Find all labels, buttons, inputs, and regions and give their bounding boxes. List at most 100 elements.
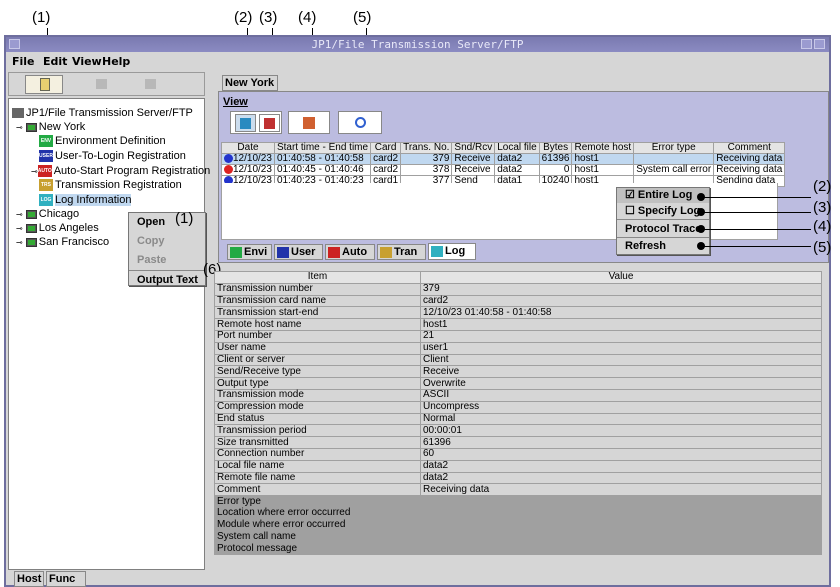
- detail-row[interactable]: System call name: [214, 530, 822, 544]
- col-header[interactable]: Error type: [633, 142, 715, 154]
- col-header[interactable]: Comment: [713, 142, 786, 154]
- detail-row[interactable]: Local file name data2: [214, 459, 822, 473]
- log-table: Date Start time - End time Card Trans. N…: [221, 142, 786, 188]
- col-header[interactable]: Bytes: [538, 142, 573, 154]
- tree-item-auto[interactable]: ⊸AUTO Auto-Start Program Registration: [31, 164, 210, 178]
- detail-row[interactable]: Remote host name host1: [214, 318, 822, 331]
- menu-output-text[interactable]: Output Text: [129, 270, 205, 289]
- tree-item-environment[interactable]: ENV Environment Definition: [39, 134, 166, 148]
- callout-2-top: (2): [234, 9, 253, 26]
- detail-row[interactable]: Location where error occurred: [214, 506, 822, 520]
- collapsed-icon: ⊸: [31, 167, 38, 176]
- left-toolbar: [8, 72, 205, 96]
- user-icon: USER: [39, 150, 53, 163]
- callout-1-menu: (1): [175, 210, 194, 227]
- view-menu: ☑ Entire Log ☐ Specify Log Protocol Trac…: [616, 187, 710, 255]
- host-icon: [25, 209, 37, 219]
- menu-specify-log[interactable]: ☐ Specify Log: [617, 203, 709, 219]
- detail-row[interactable]: User name user1: [214, 341, 822, 355]
- detail-row[interactable]: End status Normal: [214, 412, 822, 426]
- context-menu: Open Copy Paste Output Text: [128, 212, 206, 286]
- detail-row[interactable]: Send/Receive type Receive: [214, 365, 822, 379]
- maximize-icon[interactable]: [814, 39, 825, 49]
- menu-open[interactable]: Open: [129, 213, 205, 232]
- window-menu-icon[interactable]: [9, 39, 20, 49]
- specify-log-button[interactable]: [259, 114, 280, 132]
- detail-row[interactable]: Error type: [214, 495, 822, 508]
- detail-row[interactable]: Protocol message: [214, 542, 822, 556]
- environment-definition-icon: [230, 246, 242, 258]
- user-icon: [277, 246, 289, 258]
- detail-row[interactable]: Port number 21: [214, 329, 822, 343]
- func-tab-auto[interactable]: Auto: [325, 244, 375, 260]
- tree-root[interactable]: JP1/File Transmission Server/FTP: [12, 106, 193, 120]
- col-header[interactable]: Start time - End time: [273, 142, 372, 154]
- open-host-button[interactable]: [25, 75, 63, 94]
- minimize-icon[interactable]: [801, 39, 812, 49]
- tree-item-label: User-To-Login Registration: [55, 150, 186, 162]
- menu-refresh[interactable]: Refresh: [617, 237, 709, 254]
- detail-row[interactable]: Client or server Client: [214, 353, 822, 367]
- func-tab-user[interactable]: User: [274, 244, 323, 260]
- detail-header-value: Value: [420, 271, 822, 284]
- menu-paste[interactable]: Paste: [129, 251, 205, 270]
- protocol-trace-button[interactable]: [288, 111, 330, 134]
- detail-row[interactable]: Transmission card name card2: [214, 294, 822, 308]
- tree-host-label: Chicago: [38, 208, 80, 220]
- menu-copy[interactable]: Copy: [129, 232, 205, 251]
- detail-row[interactable]: Connection number 60: [214, 447, 822, 461]
- tree-item-label: Log Information: [55, 194, 132, 206]
- callout-4-top: (4): [298, 9, 317, 26]
- menu-help[interactable]: Help: [102, 55, 130, 68]
- copy-icon[interactable]: [96, 79, 107, 89]
- tree-host-new-york[interactable]: ⊸ New York: [16, 120, 85, 134]
- tree-item-log[interactable]: LOG Log Information: [39, 193, 132, 207]
- menu-protocol-trace[interactable]: Protocol Trace: [617, 219, 709, 237]
- col-header[interactable]: Local file: [494, 142, 540, 154]
- tree-host-los-angeles[interactable]: ⊸ Los Angeles: [16, 221, 99, 235]
- col-header[interactable]: Card: [370, 142, 402, 154]
- detail-row[interactable]: Comment Receiving data: [214, 483, 822, 497]
- tab-new-york[interactable]: New York: [222, 75, 278, 91]
- detail-header-item: Item: [214, 271, 421, 284]
- detail-row[interactable]: Transmission mode ASCII: [214, 388, 822, 402]
- col-header[interactable]: Snd/Rcv: [451, 142, 496, 154]
- detail-row[interactable]: Remote file name data2: [214, 471, 822, 485]
- tab-host[interactable]: Host: [14, 571, 44, 587]
- func-tab-log[interactable]: Log: [428, 243, 476, 260]
- col-header[interactable]: Date: [221, 142, 275, 154]
- func-tab-envi[interactable]: Envi: [227, 244, 272, 260]
- func-tab-tran[interactable]: Tran: [377, 244, 426, 260]
- tree-root-label: JP1/File Transmission Server/FTP: [26, 107, 193, 119]
- tree-item-user[interactable]: USER User-To-Login Registration: [39, 149, 186, 163]
- tab-func[interactable]: Func: [46, 571, 86, 587]
- detail-row[interactable]: Size transmitted 61396: [214, 436, 822, 449]
- tree-item-label: Auto-Start Program Registration: [53, 165, 211, 177]
- menu-view[interactable]: View: [72, 55, 102, 68]
- callout-4-right: (4): [813, 218, 832, 235]
- table-row[interactable]: 12/10/23 01:40:45 - 01:40:46 card2 378 Rece…: [221, 164, 786, 177]
- detail-row[interactable]: Transmission start-end 12/10/23 01:40:58 …: [214, 306, 822, 320]
- refresh-button[interactable]: [338, 111, 382, 134]
- tree-host-chicago[interactable]: ⊸ Chicago: [16, 207, 79, 221]
- menu-file[interactable]: File: [12, 55, 35, 68]
- host-icon: [25, 237, 37, 247]
- menu-edit[interactable]: Edit: [43, 55, 67, 68]
- col-header[interactable]: Remote host: [571, 142, 635, 154]
- table-row[interactable]: 12/10/23 01:40:58 - 01:40:58 card2 379 Rece…: [221, 152, 786, 166]
- col-header[interactable]: Trans. No.: [400, 142, 453, 154]
- entire-log-button[interactable]: [235, 114, 256, 132]
- paste-icon[interactable]: [145, 79, 156, 89]
- detail-row[interactable]: Module where error occurred: [214, 518, 822, 532]
- detail-row[interactable]: Transmission period 00:00:01: [214, 424, 822, 438]
- detail-row[interactable]: Transmission number 379: [214, 282, 822, 296]
- callout-2-right: (2): [813, 178, 832, 195]
- menu-entire-log[interactable]: ☑ Entire Log: [617, 188, 709, 203]
- detail-row[interactable]: Compression mode Uncompress: [214, 400, 822, 414]
- detail-row[interactable]: Output type Overwrite: [214, 377, 822, 390]
- callout-5-right: (5): [813, 239, 832, 256]
- tree-item-label: Environment Definition: [55, 135, 166, 147]
- host-tree: JP1/File Transmission Server/FTP ⊸ New Y…: [8, 98, 210, 570]
- tree-host-san-francisco[interactable]: ⊸ San Francisco: [16, 235, 109, 249]
- tree-item-transmission[interactable]: TRS Transmission Registration: [39, 178, 182, 192]
